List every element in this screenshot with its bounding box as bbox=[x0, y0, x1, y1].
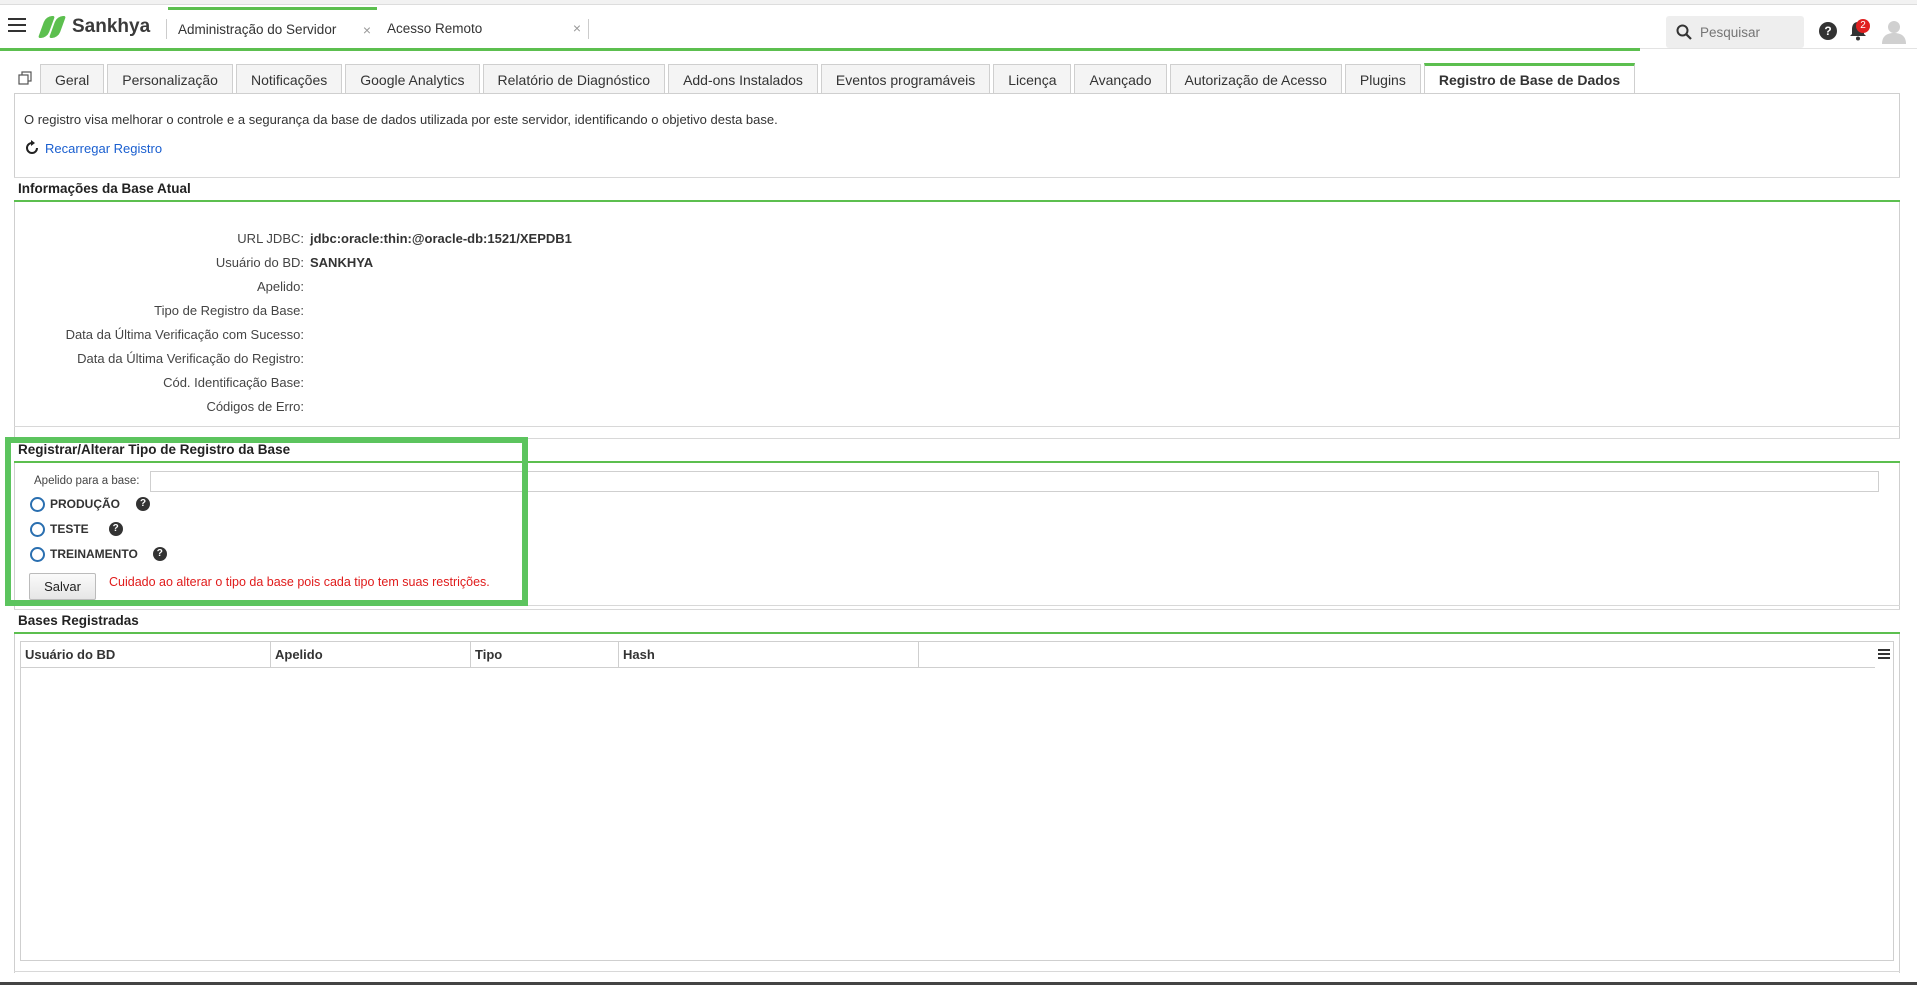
tab-autorizacao-acesso[interactable]: Autorização de Acesso bbox=[1169, 64, 1342, 94]
tab-addons-instalados[interactable]: Add-ons Instalados bbox=[668, 64, 818, 94]
avatar[interactable] bbox=[1881, 18, 1907, 44]
tab-notificacoes[interactable]: Notificações bbox=[235, 64, 343, 94]
section-current-info-title: Informações da Base Atual bbox=[14, 177, 1900, 202]
column-tipo[interactable]: Tipo bbox=[471, 642, 619, 668]
copy-icon[interactable] bbox=[18, 71, 32, 85]
column-hash[interactable]: Hash bbox=[619, 642, 919, 668]
app-tab-acesso-remoto[interactable]: Acesso Remoto × bbox=[377, 7, 587, 49]
tab-eventos-programaveis[interactable]: Eventos programáveis bbox=[820, 64, 991, 94]
reload-icon bbox=[26, 140, 38, 154]
intro-text: O registro visa melhorar o controle e a … bbox=[24, 112, 778, 127]
info-label: Códigos de Erro: bbox=[206, 399, 304, 414]
brand-logo[interactable]: Sankhya bbox=[37, 15, 151, 39]
tab-avancado[interactable]: Avançado bbox=[1074, 64, 1167, 94]
reload-label: Recarregar Registro bbox=[45, 140, 163, 156]
info-row-usuario-bd: Usuário do BD: SANKHYA bbox=[14, 255, 614, 275]
tab-plugins[interactable]: Plugins bbox=[1344, 64, 1421, 94]
tab-separator bbox=[588, 19, 589, 39]
search-icon bbox=[1676, 24, 1692, 40]
info-row-url-jdbc: URL JDBC: jdbc:oracle:thin:@oracle-db:15… bbox=[14, 231, 614, 251]
info-label: Data da Última Verificação do Registro: bbox=[77, 351, 304, 366]
active-tab-underline bbox=[0, 48, 1640, 51]
section-registered-title: Bases Registradas bbox=[14, 609, 1900, 634]
tab-separator bbox=[166, 19, 167, 39]
tab-relatorio-diagnostico[interactable]: Relatório de Diagnóstico bbox=[482, 64, 666, 94]
app-tab-label: Administração do Servidor bbox=[178, 22, 337, 37]
grid-menu-icon[interactable] bbox=[1878, 649, 1890, 661]
app-tab-label: Acesso Remoto bbox=[387, 20, 483, 36]
info-row-data-verificacao-registro: Data da Última Verificação do Registro: bbox=[14, 351, 614, 371]
settings-tabs: Geral Personalização Notificações Google… bbox=[40, 63, 1638, 94]
info-label: Apelido: bbox=[257, 279, 304, 294]
info-label: Tipo de Registro da Base: bbox=[154, 303, 304, 318]
tab-personalizacao[interactable]: Personalização bbox=[107, 64, 233, 94]
info-row-codigos-erro: Códigos de Erro: bbox=[14, 399, 614, 419]
info-row-tipo-registro: Tipo de Registro da Base: bbox=[14, 303, 614, 323]
top-bar: Sankhya Administração do Servidor × Aces… bbox=[0, 5, 1917, 49]
brand-name: Sankhya bbox=[72, 16, 151, 37]
info-row-apelido: Apelido: bbox=[14, 279, 614, 299]
tab-registro-base-dados[interactable]: Registro de Base de Dados bbox=[1423, 63, 1636, 94]
info-label: Usuário do BD: bbox=[215, 255, 304, 270]
app-tab-admin-servidor[interactable]: Administração do Servidor × bbox=[168, 7, 377, 49]
info-value: SANKHYA bbox=[310, 255, 374, 270]
close-icon[interactable]: × bbox=[363, 22, 371, 38]
grid-header: Usuário do BD Apelido Tipo Hash bbox=[21, 642, 1875, 668]
tab-licenca[interactable]: Licença bbox=[993, 64, 1072, 94]
column-apelido[interactable]: Apelido bbox=[271, 642, 471, 668]
menu-icon[interactable] bbox=[8, 18, 26, 34]
info-label: Data da Última Verificação com Sucesso: bbox=[65, 327, 304, 342]
info-label: Cód. Identificação Base: bbox=[163, 375, 304, 390]
column-usuario-bd[interactable]: Usuário do BD bbox=[21, 642, 271, 668]
info-value: jdbc:oracle:thin:@oracle-db:1521/XEPDB1 bbox=[310, 231, 572, 246]
search-box[interactable] bbox=[1666, 16, 1804, 48]
registered-bases-grid: Usuário do BD Apelido Tipo Hash bbox=[20, 641, 1894, 961]
search-input[interactable] bbox=[1700, 24, 1800, 40]
reload-registro-link[interactable]: Recarregar Registro bbox=[24, 140, 162, 156]
info-row-data-verificacao-sucesso: Data da Última Verificação com Sucesso: bbox=[14, 327, 614, 347]
sankhya-logo-icon bbox=[37, 15, 68, 39]
info-row-cod-identificacao: Cód. Identificação Base: bbox=[14, 375, 614, 395]
help-icon[interactable]: ? bbox=[1819, 22, 1837, 40]
tab-google-analytics[interactable]: Google Analytics bbox=[345, 64, 480, 94]
tab-geral[interactable]: Geral bbox=[40, 64, 105, 94]
close-icon[interactable]: × bbox=[573, 20, 581, 36]
notification-badge: 2 bbox=[1856, 19, 1870, 33]
info-label: URL JDBC: bbox=[237, 231, 304, 246]
highlight-box bbox=[5, 437, 528, 606]
